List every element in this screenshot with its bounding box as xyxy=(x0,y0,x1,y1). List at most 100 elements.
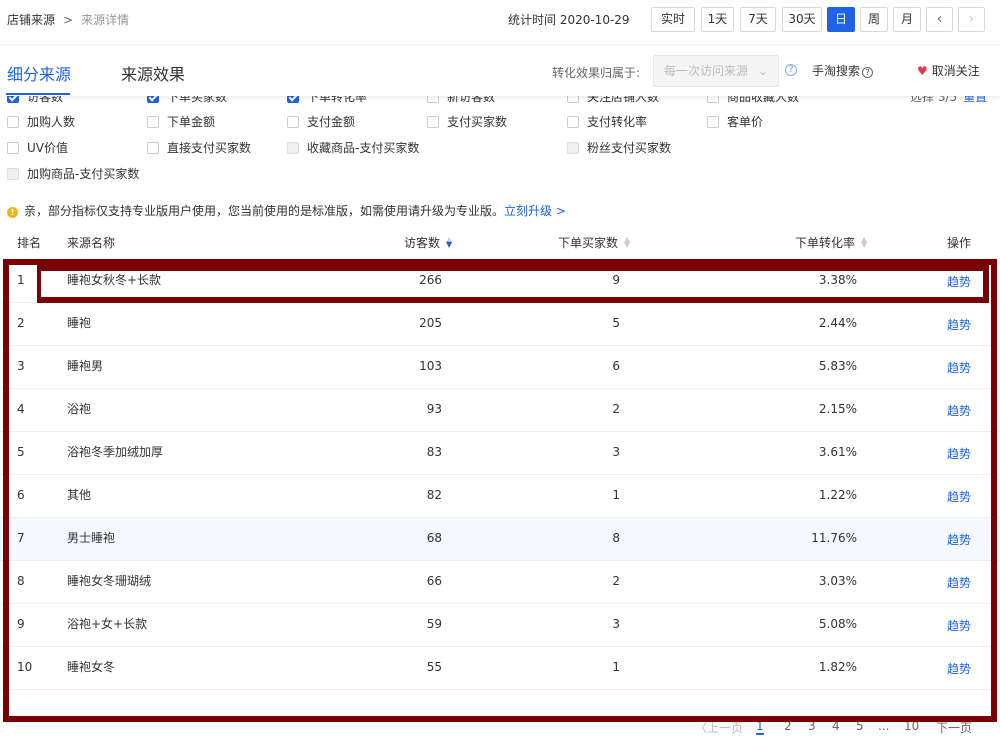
unfollow-button[interactable]: ♥ 取消关注 xyxy=(917,62,980,79)
trend-link[interactable]: 趋势 xyxy=(947,316,971,333)
attribution-value: 每一次访问来源 xyxy=(664,64,749,78)
metric-uv-value[interactable]: UV价值 xyxy=(7,139,68,156)
source-name-cell: 浴袍 xyxy=(67,402,92,416)
rate-cell: 1.22% xyxy=(818,488,857,502)
visitors-cell: 66 xyxy=(426,574,442,588)
header-rate[interactable]: 下单转化率 ▲ ▼ xyxy=(795,234,867,251)
buyers-cell: 3 xyxy=(612,617,620,631)
page-5[interactable]: 5 xyxy=(856,721,864,733)
trend-link[interactable]: 趋势 xyxy=(947,531,971,548)
metric-pay-rate[interactable]: 支付转化率 xyxy=(567,113,647,130)
prev-date-button[interactable]: ‹ xyxy=(926,7,953,32)
notice-text: 亲，部分指标仅支持专业版用户使用，您当前使用的是标准版，如需使用请升级为专业版。 xyxy=(24,204,505,218)
checkbox-icon xyxy=(427,116,439,128)
chevron-down-icon: ⌄ xyxy=(757,64,768,78)
rank-cell: 9 xyxy=(17,617,25,631)
trend-link[interactable]: 趋势 xyxy=(947,574,971,591)
breadcrumb-root[interactable]: 店铺来源 xyxy=(7,13,55,27)
visitors-cell: 55 xyxy=(426,660,442,674)
page-4[interactable]: 4 xyxy=(832,721,840,733)
heart-icon: ♥ xyxy=(917,64,928,78)
trend-link[interactable]: 趋势 xyxy=(947,273,971,290)
next-page-button[interactable]: 下一页 xyxy=(936,721,972,736)
prev-page-button[interactable]: 〈上一页 xyxy=(695,721,743,736)
visitors-cell: 93 xyxy=(426,402,442,416)
visitors-cell: 68 xyxy=(426,531,442,545)
tab-source-effect[interactable]: 来源效果 xyxy=(121,61,185,85)
time-30day-button[interactable]: 30天 xyxy=(782,7,822,32)
header-visitors[interactable]: 访客数 ▲ ▼ xyxy=(404,234,452,251)
metric-direct-pay-buyers[interactable]: 直接支付买家数 xyxy=(147,139,251,156)
page-3[interactable]: 3 xyxy=(808,721,816,733)
header-rank: 排名 xyxy=(17,236,42,250)
metric-unit-price[interactable]: 客单价 xyxy=(707,113,763,130)
page-2[interactable]: 2 xyxy=(784,721,792,733)
time-month-button[interactable]: 月 xyxy=(893,7,921,32)
table-row: 2 睡袍 205 5 2.44% 趋势 xyxy=(0,303,1000,346)
metric-label: 支付金额 xyxy=(307,115,356,129)
tab-underline xyxy=(6,93,70,95)
time-week-button[interactable]: 周 xyxy=(860,7,888,32)
pagination: 〈上一页 1 2 3 4 5 ... 10 下一页 xyxy=(690,721,1000,745)
metric-label: 收藏商品-支付买家数 xyxy=(307,141,420,155)
trend-link[interactable]: 趋势 xyxy=(947,488,971,505)
metric-add-cart[interactable]: 加购人数 xyxy=(7,113,75,130)
metric-order-amount[interactable]: 下单金额 xyxy=(147,113,215,130)
checkbox-icon xyxy=(147,142,159,154)
source-name-cell: 睡袍 xyxy=(67,316,92,330)
metric-fav-pay-buyers[interactable]: 收藏商品-支付买家数 xyxy=(287,139,419,156)
buyers-cell: 9 xyxy=(612,273,620,287)
checkbox-icon xyxy=(147,116,159,128)
next-date-button[interactable]: › xyxy=(958,7,985,32)
time-realtime-button[interactable]: 实时 xyxy=(651,7,695,32)
chevron-right-icon: › xyxy=(968,11,975,27)
table-row: 6 其他 82 1 1.22% 趋势 xyxy=(0,475,1000,518)
checkbox-icon xyxy=(287,116,299,128)
trend-link[interactable]: 趋势 xyxy=(947,445,971,462)
checkbox-disabled-icon xyxy=(7,168,19,180)
metric-checkboxes: 访客数 下单买家数 下单转化率 新访客数 关注店铺人数 商品收藏人数 选择 3/… xyxy=(0,84,1000,194)
help-circle-icon: ? xyxy=(862,67,874,78)
page-1[interactable]: 1 xyxy=(756,721,764,735)
attribution-select[interactable]: 每一次访问来源 ⌄ xyxy=(653,55,779,87)
visitors-cell: 103 xyxy=(419,359,442,373)
source-name-cell: 男士睡袍 xyxy=(67,531,116,545)
rank-cell: 5 xyxy=(17,445,25,459)
header-buyers[interactable]: 下单买家数 ▲ ▼ xyxy=(558,234,630,251)
rate-cell: 5.83% xyxy=(818,359,857,373)
trend-link[interactable]: 趋势 xyxy=(947,402,971,419)
metric-label: 加购人数 xyxy=(27,115,76,129)
trend-link[interactable]: 趋势 xyxy=(947,617,971,634)
upgrade-link[interactable]: 立刻升级 > xyxy=(504,204,566,218)
stat-time-label: 统计时间 2020-10-29 xyxy=(508,13,630,27)
rank-cell: 4 xyxy=(17,402,25,416)
trend-link[interactable]: 趋势 xyxy=(947,359,971,376)
buyers-cell: 2 xyxy=(612,574,620,588)
rate-cell: 2.15% xyxy=(818,402,857,416)
metric-cart-pay-buyers[interactable]: 加购商品-支付买家数 xyxy=(7,165,139,182)
metric-pay-buyers[interactable]: 支付买家数 xyxy=(427,113,507,130)
time-day-button[interactable]: 日 xyxy=(827,7,855,32)
metric-fan-pay-buyers[interactable]: 粉丝支付买家数 xyxy=(567,139,671,156)
buyers-cell: 6 xyxy=(612,359,620,373)
unfollow-label: 取消关注 xyxy=(931,64,980,78)
buyers-cell: 5 xyxy=(612,316,620,330)
table-row: 5 浴袍冬季加绒加厚 83 3 3.61% 趋势 xyxy=(0,432,1000,475)
page-10[interactable]: 10 xyxy=(904,721,919,733)
tab-detail-source[interactable]: 细分来源 xyxy=(7,61,71,85)
time-1day-button[interactable]: 1天 xyxy=(701,7,734,32)
source-name-cell: 其他 xyxy=(67,488,92,502)
trend-link[interactable]: 趋势 xyxy=(947,660,971,677)
rank-cell: 7 xyxy=(17,531,25,545)
help-icon[interactable]: ? xyxy=(785,64,797,76)
breadcrumb-current: 来源详情 xyxy=(81,13,130,27)
source-name-cell: 浴袍冬季加绒加厚 xyxy=(67,445,164,459)
visitors-cell: 82 xyxy=(426,488,442,502)
metric-pay-amount[interactable]: 支付金额 xyxy=(287,113,355,130)
checkbox-disabled-icon xyxy=(287,142,299,154)
checkbox-icon xyxy=(7,116,19,128)
rank-cell: 10 xyxy=(17,660,33,674)
checkbox-icon xyxy=(567,116,579,128)
time-7day-button[interactable]: 7天 xyxy=(740,7,776,32)
search-link[interactable]: 手淘搜索? xyxy=(812,62,874,79)
